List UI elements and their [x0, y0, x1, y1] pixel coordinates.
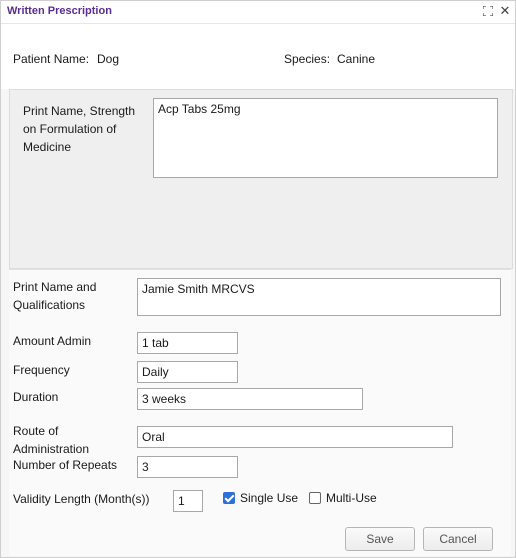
prescription-details: Print Name and Qualifications Jamie Smit… [9, 269, 511, 556]
amount-admin-label: Amount Admin [13, 334, 92, 348]
qualifications-label: Print Name and Qualifications [13, 280, 97, 312]
species-label: Species: [284, 52, 331, 66]
expand-icon[interactable] [481, 4, 495, 18]
multi-use-checkbox[interactable] [309, 492, 321, 504]
duration-input[interactable]: 3 weeks [137, 388, 363, 410]
save-button[interactable]: Save [345, 527, 415, 551]
validity-input[interactable]: 1 [173, 490, 203, 512]
title-bar: Written Prescription ✕ [1, 1, 515, 24]
multi-use-label: Multi-Use [326, 491, 377, 505]
duration-label: Duration [13, 390, 59, 404]
validity-label: Validity Length (Month(s)) [13, 492, 150, 506]
patient-name-value: Dog [97, 52, 120, 66]
formulation-label: Print Name, Strength on Formulation of M… [23, 104, 136, 154]
formulation-section: Print Name, Strength on Formulation of M… [9, 89, 513, 269]
single-use-label: Single Use [240, 491, 299, 505]
route-label: Route of Administration [13, 424, 90, 456]
qualifications-textarea[interactable]: Jamie Smith MRCVS [137, 278, 501, 316]
frequency-input[interactable]: Daily [137, 361, 238, 383]
single-use-checkbox[interactable] [223, 492, 235, 504]
repeats-input[interactable]: 3 [137, 456, 238, 478]
patient-name-label: Patient Name: [13, 52, 90, 66]
route-input[interactable]: Oral [137, 426, 453, 448]
cancel-button[interactable]: Cancel [423, 527, 493, 551]
repeats-label: Number of Repeats [13, 458, 118, 472]
formulation-textarea[interactable]: Acp Tabs 25mg [153, 98, 498, 178]
written-prescription-dialog: Written Prescription ✕ Patient Name: Dog… [0, 0, 516, 558]
patient-info-row: Patient Name: Dog Species: Canine [1, 24, 515, 89]
species-value: Canine [337, 52, 376, 66]
dialog-title: Written Prescription [7, 5, 112, 17]
amount-admin-input[interactable]: 1 tab [137, 332, 238, 354]
close-icon[interactable]: ✕ [498, 3, 512, 18]
frequency-label: Frequency [13, 363, 70, 377]
